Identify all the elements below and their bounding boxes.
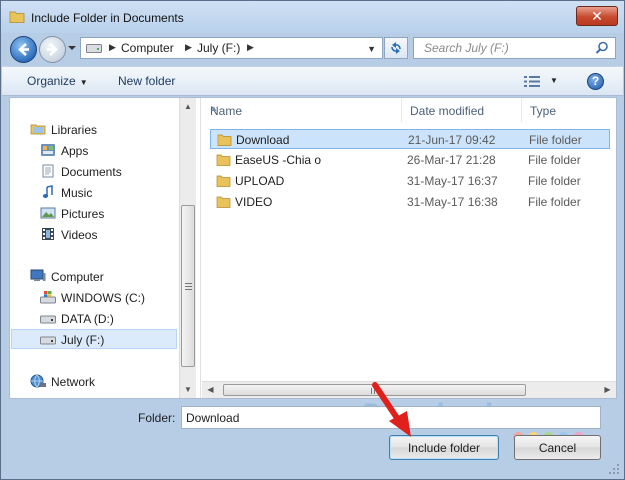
folder-icon <box>216 154 231 166</box>
drive-icon <box>40 336 56 345</box>
folder-icon <box>217 134 232 146</box>
libraries-icon <box>30 124 46 135</box>
recent-pages-dropdown-icon[interactable] <box>68 44 76 52</box>
grip-line <box>185 283 192 284</box>
content-area: Libraries Apps Documents Music Pictures … <box>9 97 617 399</box>
file-list: Name ▲ Date modified Type Download 21-Ju… <box>202 98 616 398</box>
command-bar: Organize ▼ New folder ▼ ? <box>2 66 623 96</box>
organize-menu[interactable]: Organize ▼ <box>27 74 88 88</box>
column-header-date[interactable]: Date modified <box>402 98 522 122</box>
drive-icon <box>86 44 102 53</box>
table-row[interactable]: VIDEO 31-May-17 16:38 File folder <box>210 192 610 212</box>
apps-icon <box>41 144 55 156</box>
network-icon <box>30 374 46 388</box>
dialog-window: Include Folder in Documents ✕ ▶ Computer… <box>0 0 625 480</box>
scrollbar-thumb[interactable] <box>181 205 195 367</box>
nav-item-libraries[interactable]: Libraries <box>30 120 170 140</box>
nav-item-apps[interactable]: Apps <box>40 141 170 161</box>
close-button[interactable]: ✕ <box>576 6 618 26</box>
documents-icon <box>42 164 54 178</box>
title-bar[interactable]: Include Folder in Documents ✕ <box>1 1 624 33</box>
address-dropdown-icon[interactable]: ▼ <box>367 44 376 54</box>
scroll-up-icon[interactable]: ▲ <box>180 98 196 115</box>
nav-item-network[interactable]: Network <box>30 372 170 392</box>
help-icon[interactable]: ? <box>587 73 604 90</box>
refresh-icon <box>391 42 401 54</box>
sort-ascending-icon: ▲ <box>210 104 218 113</box>
forward-button[interactable] <box>39 36 66 63</box>
folder-icon <box>9 11 25 23</box>
pane-splitter[interactable] <box>197 98 201 398</box>
pictures-icon <box>40 207 56 219</box>
search-placeholder: Search July (F:) <box>424 41 509 55</box>
grip-line <box>185 286 192 287</box>
computer-icon <box>30 269 46 281</box>
forward-arrow-icon <box>47 43 58 56</box>
search-box[interactable]: Search July (F:) <box>413 37 616 59</box>
refresh-button[interactable] <box>384 37 408 59</box>
breadcrumb-computer[interactable]: Computer <box>121 41 174 55</box>
nav-item-videos[interactable]: Videos <box>40 225 170 245</box>
back-button[interactable] <box>10 36 37 63</box>
nav-item-computer[interactable]: Computer <box>30 267 170 287</box>
table-row[interactable]: UPLOAD 31-May-17 16:37 File folder <box>210 171 610 191</box>
folder-icon <box>216 175 231 187</box>
column-header-name[interactable]: Name ▲ <box>202 98 402 122</box>
breadcrumb-drive[interactable]: July (F:) <box>197 41 240 55</box>
drive-icon <box>40 315 56 324</box>
nav-item-july-drive[interactable]: July (F:) <box>11 329 177 349</box>
table-row[interactable]: Download 21-Jun-17 09:42 File folder <box>210 129 610 149</box>
window-title: Include Folder in Documents <box>31 11 184 25</box>
grip-line <box>185 289 192 290</box>
new-folder-button[interactable]: New folder <box>118 74 175 88</box>
cancel-button[interactable]: Cancel <box>514 435 601 460</box>
videos-icon <box>42 228 54 240</box>
breadcrumb-separator-icon[interactable]: ▶ <box>185 42 192 53</box>
table-row[interactable]: EaseUS -Chia o 26-Mar-17 21:28 File fold… <box>210 150 610 170</box>
windows-drive-icon <box>40 291 56 304</box>
breadcrumb-separator-icon[interactable]: ▶ <box>109 42 116 53</box>
scroll-down-icon[interactable]: ▼ <box>180 381 196 398</box>
chevron-down-icon: ▼ <box>79 78 88 87</box>
red-arrow-annotation-icon <box>372 382 411 437</box>
address-bar[interactable]: ▶ Computer ▶ July (F:) ▶ ▼ <box>80 37 383 59</box>
nav-item-pictures[interactable]: Pictures <box>40 204 170 224</box>
column-header-type[interactable]: Type <box>522 98 616 122</box>
nav-item-music[interactable]: Music <box>40 183 170 203</box>
music-icon <box>42 185 53 198</box>
navigation-pane: Libraries Apps Documents Music Pictures … <box>10 98 178 398</box>
view-options-icon[interactable] <box>524 75 540 88</box>
organize-label: Organize <box>27 74 76 88</box>
search-icon[interactable] <box>595 41 609 55</box>
breadcrumb-separator-icon[interactable]: ▶ <box>247 42 254 53</box>
scroll-left-icon[interactable]: ◀ <box>202 382 219 398</box>
resize-grip-icon[interactable] <box>608 463 620 475</box>
navigation-scrollbar[interactable]: ▲ ▼ <box>179 98 196 398</box>
scroll-right-icon[interactable]: ▶ <box>599 382 616 398</box>
folder-label: Folder: <box>138 411 176 425</box>
nav-item-windows-drive[interactable]: WINDOWS (C:) <box>40 288 170 308</box>
nav-item-data-drive[interactable]: DATA (D:) <box>40 309 170 329</box>
view-dropdown-icon[interactable]: ▼ <box>550 76 558 85</box>
back-arrow-icon <box>18 43 29 56</box>
folder-icon <box>216 196 231 208</box>
nav-item-documents[interactable]: Documents <box>40 162 170 182</box>
